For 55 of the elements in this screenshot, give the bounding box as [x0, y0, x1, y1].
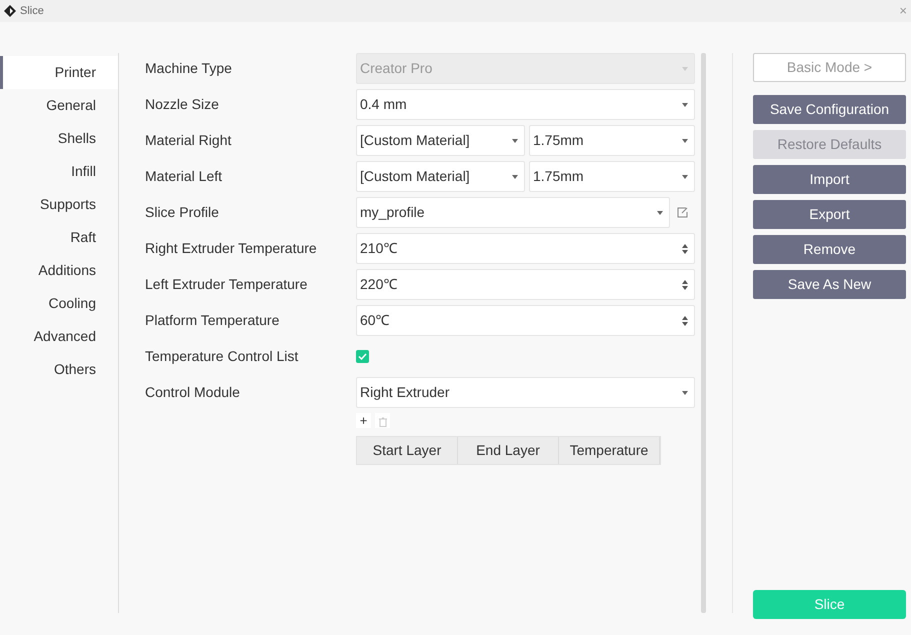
- dropdown[interactable]: [Custom Material]: [356, 125, 525, 156]
- action-button[interactable]: Import: [753, 165, 906, 194]
- caret-icon: [682, 102, 688, 106]
- field-label: Left Extruder Temperature: [145, 275, 308, 294]
- sidebar-item[interactable]: Printer: [0, 56, 118, 89]
- sidebar-item[interactable]: Shells: [0, 122, 118, 155]
- number-field[interactable]: 60℃: [356, 305, 695, 336]
- sidebar-item[interactable]: Additions: [0, 254, 118, 287]
- dropdown[interactable]: 1.75mm: [529, 125, 695, 156]
- number-field[interactable]: 220℃: [356, 269, 695, 300]
- column-header: Temperature: [559, 437, 660, 464]
- field-label: Right Extruder Temperature: [145, 239, 318, 258]
- trash-icon: [378, 416, 386, 427]
- caret-icon: [682, 138, 688, 142]
- dropdown[interactable]: 1.75mm: [529, 161, 695, 192]
- dropdown[interactable]: [Custom Material]: [356, 161, 525, 192]
- sidebar-item[interactable]: Supports: [0, 188, 118, 221]
- sidebar-item[interactable]: Cooling: [0, 287, 118, 320]
- action-button[interactable]: Export: [753, 200, 906, 229]
- checkbox[interactable]: [356, 350, 369, 363]
- dropdown[interactable]: 0.4 mm: [356, 89, 695, 120]
- dropdown[interactable]: Right Extruder: [356, 377, 695, 408]
- action-button[interactable]: Remove: [753, 235, 906, 264]
- field-label: Nozzle Size: [145, 95, 220, 114]
- add-button[interactable]: +: [356, 413, 371, 428]
- action-button[interactable]: Save As New: [753, 270, 906, 299]
- action-button[interactable]: Save Configuration: [753, 95, 906, 124]
- field-label: Control Module: [145, 383, 241, 402]
- field-label: Slice Profile: [145, 203, 220, 222]
- caret-icon: [657, 210, 663, 214]
- window-title: Slice: [20, 4, 45, 19]
- sidebar-item[interactable]: Infill: [0, 155, 118, 188]
- field-label: Machine Type: [145, 59, 233, 78]
- spinner-icon: [682, 280, 688, 290]
- caret-icon: [512, 174, 518, 178]
- field-label: Temperature Control List: [145, 347, 300, 366]
- spinner-icon: [682, 244, 688, 254]
- edit-icon[interactable]: [677, 207, 688, 218]
- app-logo-icon: [4, 5, 16, 17]
- column-header: Start Layer: [357, 437, 458, 464]
- field-label: Platform Temperature: [145, 311, 280, 330]
- sidebar-item[interactable]: Others: [0, 353, 118, 386]
- field-label: Material Left: [145, 167, 224, 186]
- dropdown[interactable]: my_profile: [356, 197, 670, 228]
- sidebar-item[interactable]: General: [0, 89, 118, 122]
- sidebar-item[interactable]: Advanced: [0, 320, 118, 353]
- field-label: Material Right: [145, 131, 232, 150]
- caret-icon: [682, 66, 688, 70]
- caret-icon: [682, 174, 688, 178]
- spinner-icon: [682, 316, 688, 326]
- caret-icon: [512, 138, 518, 142]
- column-header: End Layer: [458, 437, 559, 464]
- caret-icon: [682, 390, 688, 394]
- sidebar-item[interactable]: Raft: [0, 221, 118, 254]
- number-field[interactable]: 210℃: [356, 233, 695, 264]
